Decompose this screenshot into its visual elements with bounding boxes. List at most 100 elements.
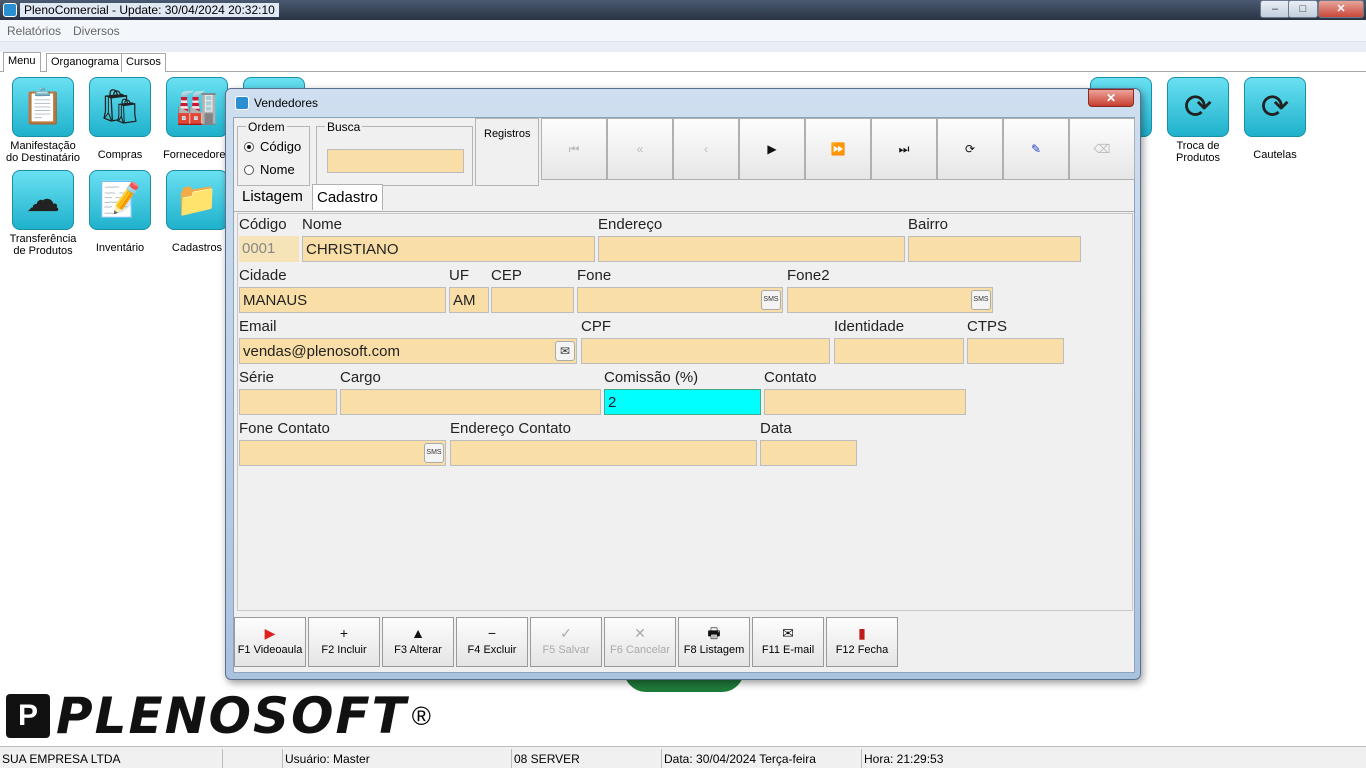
vendedores-dialog: Vendedores ✕ Ordem Código Nome Busca Reg… (225, 88, 1141, 680)
icon-label: Cautelas (1253, 149, 1297, 161)
fone-label: Fone (577, 267, 612, 284)
dialog-body: Ordem Código Nome Busca Registros ⏮ « ‹ … (233, 117, 1135, 673)
edit-button[interactable]: ✎ (1003, 118, 1069, 180)
icon-troca-produtos[interactable]: ⟳ Troca de Produtos (1160, 77, 1236, 164)
status-time: Hora: 21:29:53 (861, 749, 1161, 768)
icon-fornecedores[interactable]: 🏭 Fornecedores (159, 77, 235, 161)
close-button[interactable]: ✕ (1318, 0, 1364, 18)
shopping-bag-icon: 🛍 (98, 88, 142, 126)
alterar-button[interactable]: ▲ F3 Alterar (382, 617, 454, 667)
radio-codigo[interactable]: Código (244, 139, 301, 154)
incluir-icon: + (339, 625, 349, 641)
sms-icon[interactable]: SMS (424, 443, 444, 463)
form-tabs: Listagem Cadastro (234, 184, 1134, 212)
tab-cursos[interactable]: Cursos (121, 53, 166, 72)
endereco-field[interactable] (598, 236, 905, 262)
cancelar-button[interactable]: ✕ F6 Cancelar (604, 617, 676, 667)
identidade-field[interactable] (834, 338, 964, 364)
cpf-field[interactable] (581, 338, 830, 364)
nav-prev-page-button[interactable]: « (607, 118, 673, 180)
button-label: F4 Excluir (467, 644, 517, 656)
codigo-field[interactable]: 0001 (239, 236, 299, 262)
busca-input[interactable] (327, 149, 464, 173)
listagem-button[interactable]: 🖶 F8 Listagem (678, 617, 750, 667)
fone-contato-field[interactable] (239, 440, 446, 466)
tab-listagem[interactable]: Listagem (238, 184, 307, 210)
mail-icon[interactable]: ✉ (555, 341, 575, 361)
email-field[interactable]: vendas@plenosoft.com (239, 338, 577, 364)
nav-next-button[interactable]: ▶ (739, 118, 805, 180)
icon-label: Troca de Produtos (1175, 140, 1221, 164)
app-titlebar: PlenoComercial - Update: 30/04/2024 20:3… (0, 0, 1366, 20)
cep-field[interactable] (491, 287, 574, 313)
icon-cadastros[interactable]: 📁 Cadastros (159, 170, 235, 254)
sms-icon[interactable]: SMS (761, 290, 781, 310)
tab-organograma[interactable]: Organograma (46, 53, 124, 72)
salvar-button[interactable]: ✓ F5 Salvar (530, 617, 602, 667)
status-company: SUA EMPRESA LTDA (2, 752, 121, 766)
icon-cautelas[interactable]: ⟳ Cautelas (1237, 77, 1313, 161)
erase-button[interactable]: ⌫ (1069, 118, 1135, 180)
icon-label: Transferência de Produtos (9, 233, 77, 257)
nav-first-button[interactable]: ⏮ (541, 118, 607, 180)
incluir-button[interactable]: + F2 Incluir (308, 617, 380, 667)
serie-field[interactable] (239, 389, 337, 415)
icon-manifestacao[interactable]: 📋 Manifestação do Destinatário (5, 77, 81, 164)
excluir-button[interactable]: − F4 Excluir (456, 617, 528, 667)
nome-label: Nome (302, 216, 343, 233)
button-label: F8 Listagem (683, 644, 745, 656)
identidade-label: Identidade (834, 318, 905, 335)
dialog-close-button[interactable]: ✕ (1088, 89, 1134, 107)
sms-icon[interactable]: SMS (971, 290, 991, 310)
button-label: F1 Videoaula (237, 644, 303, 656)
icon-inventario[interactable]: 📝 Inventário (82, 170, 158, 254)
app-title: PlenoComercial - Update: 30/04/2024 20:3… (20, 3, 279, 17)
alterar-icon: ▲ (411, 625, 425, 641)
plenosoft-logo: P PLENOSOFT ® (6, 687, 431, 745)
icon-compras[interactable]: 🛍 Compras (82, 77, 158, 161)
button-label: F3 Alterar (394, 644, 442, 656)
bairro-field[interactable] (908, 236, 1081, 262)
email-button[interactable]: ✉ F11 E-mail (752, 617, 824, 667)
menu-relatorios[interactable]: Relatórios (7, 24, 61, 38)
endereco-contato-label: Endereço Contato (450, 420, 571, 437)
factory-icon: 🏭 (175, 88, 219, 126)
ctps-field[interactable] (967, 338, 1064, 364)
tab-menu[interactable]: Menu (3, 52, 41, 72)
button-label: F2 Incluir (321, 644, 367, 656)
endereco-contato-field[interactable] (450, 440, 757, 466)
nav-prev-button[interactable]: ‹ (673, 118, 739, 180)
tab-cadastro[interactable]: Cadastro (312, 184, 383, 210)
menu-diversos[interactable]: Diversos (73, 24, 120, 38)
maximize-button[interactable]: □ (1288, 0, 1318, 18)
app-icon (3, 3, 17, 17)
status-bar: SUA EMPRESA LTDA Usuário: Master 08 SERV… (0, 746, 1366, 768)
radio-label: Nome (260, 162, 295, 177)
nav-next-page-button[interactable]: ⏩ (805, 118, 871, 180)
email-icon: ✉ (782, 625, 794, 641)
radio-nome[interactable]: Nome (244, 162, 295, 177)
minimize-button[interactable]: – (1260, 0, 1290, 18)
refresh-button[interactable]: ⟳ (937, 118, 1003, 180)
comissao-field[interactable]: 2 (604, 389, 761, 415)
uf-field[interactable]: AM (449, 287, 489, 313)
cpf-label: CPF (581, 318, 611, 335)
icon-transferencia[interactable]: ☁ Transferência de Produtos (5, 170, 81, 257)
data-field[interactable] (760, 440, 857, 466)
fone2-field[interactable] (787, 287, 993, 313)
button-label: F11 E-mail (761, 644, 815, 656)
cloud-upload-icon: ☁ (26, 181, 60, 219)
fone-field[interactable] (577, 287, 783, 313)
endereco-label: Endereço (598, 216, 663, 233)
videoaula-button[interactable]: ▶ F1 Videoaula (234, 617, 306, 667)
cidade-field[interactable]: MANAUS (239, 287, 446, 313)
cargo-field[interactable] (340, 389, 601, 415)
codigo-label: Código (239, 216, 287, 233)
contato-field[interactable] (764, 389, 966, 415)
fecha-button[interactable]: ▮ F12 Fecha (826, 617, 898, 667)
status-date: Data: 30/04/2024 Terça-feira (661, 749, 861, 768)
icon-label: Cadastros (171, 242, 223, 254)
nome-field[interactable]: CHRISTIANO (302, 236, 595, 262)
nav-last-button[interactable]: ⏭ (871, 118, 937, 180)
excluir-icon: − (487, 625, 497, 641)
